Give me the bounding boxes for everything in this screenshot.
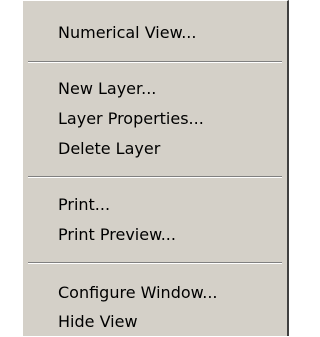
menu-item-configure-window[interactable]: Configure Window... xyxy=(23,278,287,308)
context-menu: Numerical View... New Layer... Layer Pro… xyxy=(22,0,289,336)
menu-separator xyxy=(28,176,282,178)
menu-separator xyxy=(28,61,282,63)
menu-item-delete-layer[interactable]: Delete Layer xyxy=(23,134,287,164)
menu-item-print[interactable]: Print... xyxy=(23,190,287,220)
menu-item-numerical-view[interactable]: Numerical View... xyxy=(23,18,287,48)
menu-item-print-preview[interactable]: Print Preview... xyxy=(23,220,287,250)
menu-item-hide-view[interactable]: Hide View xyxy=(23,307,287,337)
menu-item-layer-properties[interactable]: Layer Properties... xyxy=(23,104,287,134)
menu-item-new-layer[interactable]: New Layer... xyxy=(23,74,287,104)
menu-separator xyxy=(28,262,282,264)
